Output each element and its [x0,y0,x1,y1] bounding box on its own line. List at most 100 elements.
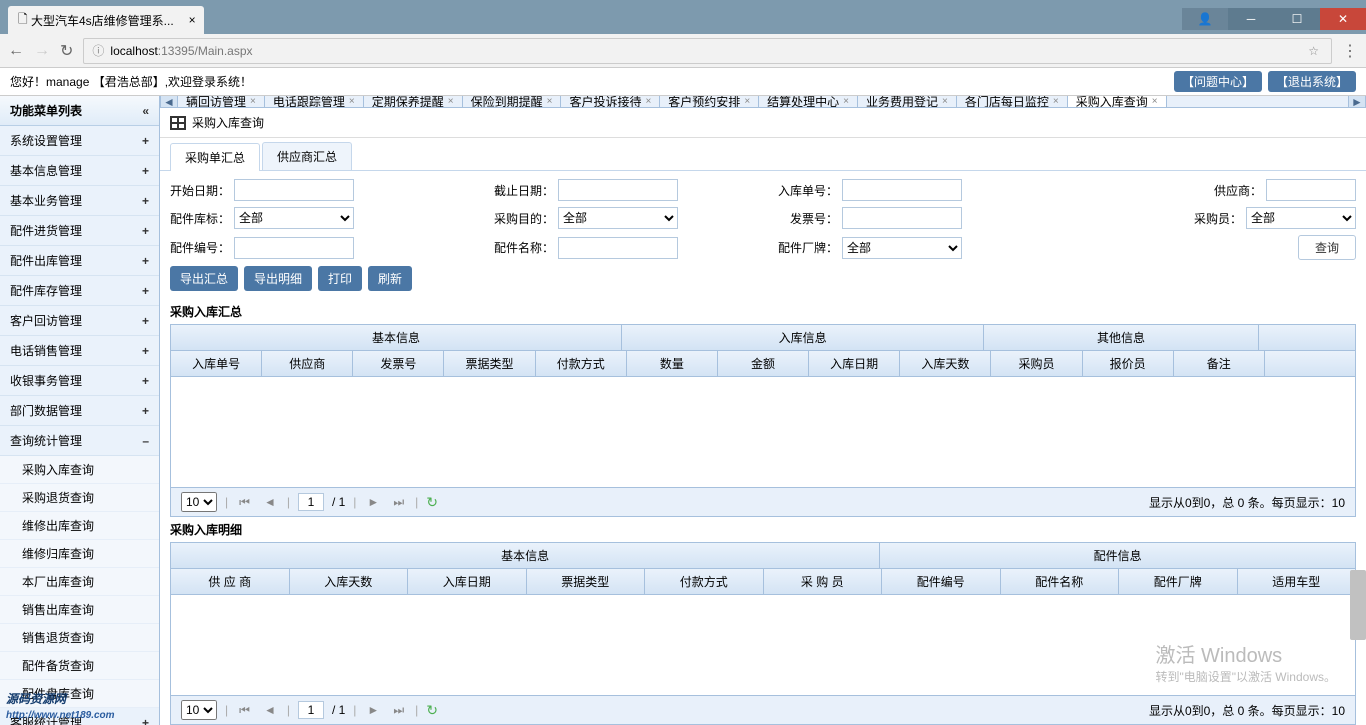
question-center-button[interactable]: 【问题中心】 [1174,71,1262,92]
column-header[interactable]: 发票号 [353,351,444,377]
part-name-input[interactable] [558,237,678,259]
sidebar-item[interactable]: 部门数据管理+ [0,396,159,426]
close-icon[interactable]: × [1053,96,1059,107]
info-icon[interactable]: ⓘ [92,42,104,59]
refresh-button[interactable]: 刷新 [368,266,412,291]
page-input-2[interactable] [298,701,324,719]
sidebar-item[interactable]: 基本业务管理+ [0,186,159,216]
start-date-input[interactable] [234,179,354,201]
sidebar-subitem[interactable]: 本厂出库查询 [0,568,159,596]
refresh-icon[interactable]: ↻ [426,494,438,511]
back-icon[interactable]: ← [8,42,24,60]
reload-icon[interactable]: ↻ [60,41,73,61]
collapse-icon[interactable]: « [142,104,149,118]
close-icon[interactable]: × [942,96,948,107]
column-header[interactable]: 付款方式 [536,351,627,377]
minimize-icon[interactable]: ─ [1228,8,1274,30]
content-tab[interactable]: 业务费用登记× [858,96,957,108]
last-page-icon[interactable]: ⏭ [390,495,407,510]
invoice-input[interactable] [842,207,962,229]
inner-tab-supplier[interactable]: 供应商汇总 [262,142,352,170]
sidebar-subitem[interactable]: 采购入库查询 [0,456,159,484]
column-header[interactable]: 报价员 [1083,351,1174,377]
tab-scroll-left[interactable]: ◄ [160,96,178,107]
column-header[interactable]: 金额 [718,351,809,377]
part-no-input[interactable] [234,237,354,259]
page-size-select[interactable]: 10 [181,492,217,512]
column-header[interactable]: 入库日期 [809,351,900,377]
prev-page-icon[interactable]: ◄ [261,495,279,509]
content-tab[interactable]: 电话跟踪管理× [265,96,364,108]
column-header[interactable]: 适用车型 [1238,569,1356,595]
column-header[interactable]: 票据类型 [444,351,535,377]
content-tab[interactable]: 客户投诉接待× [561,96,660,108]
close-icon[interactable]: × [1152,96,1158,107]
content-tab[interactable]: 保险到期提醒× [463,96,562,108]
menu-icon[interactable]: ⋮ [1342,41,1358,61]
close-icon[interactable]: × [645,96,651,107]
column-header[interactable]: 采 购 员 [764,569,883,595]
column-header[interactable]: 供 应 商 [171,569,290,595]
column-header[interactable]: 配件厂牌 [1119,569,1238,595]
next-page-icon[interactable]: ► [364,703,382,717]
prev-page-icon[interactable]: ◄ [261,703,279,717]
column-header[interactable]: 备注 [1174,351,1265,377]
column-header[interactable]: 入库单号 [171,351,262,377]
forward-icon[interactable]: → [34,42,50,60]
sidebar-item[interactable]: 电话销售管理+ [0,336,159,366]
supplier-input[interactable] [1266,179,1356,201]
content-tab[interactable]: 结算处理中心× [759,96,858,108]
column-header[interactable]: 配件编号 [882,569,1001,595]
close-icon[interactable]: × [250,96,256,107]
brand-select[interactable]: 全部 [842,237,962,259]
column-header[interactable]: 供应商 [262,351,353,377]
export-summary-button[interactable]: 导出汇总 [170,266,238,291]
sidebar-item[interactable]: 基本信息管理+ [0,156,159,186]
content-tab[interactable]: 辆回访管理× [178,96,265,108]
sidebar-item[interactable]: 配件库存管理+ [0,276,159,306]
sidebar-item[interactable]: 配件出库管理+ [0,246,159,276]
next-page-icon[interactable]: ► [364,495,382,509]
refresh-icon[interactable]: ↻ [426,702,438,719]
content-tab[interactable]: 各门店每日监控× [957,96,1068,108]
close-icon[interactable]: × [744,96,750,107]
close-icon[interactable]: × [349,96,355,107]
sidebar-subitem[interactable]: 采购退货查询 [0,484,159,512]
content-tab[interactable]: 定期保养提醒× [364,96,463,108]
page-input[interactable] [298,493,324,511]
inner-tab-summary[interactable]: 采购单汇总 [170,143,260,171]
column-header[interactable]: 入库天数 [290,569,409,595]
column-header[interactable]: 入库天数 [900,351,991,377]
sidebar-item[interactable]: 客户回访管理+ [0,306,159,336]
export-detail-button[interactable]: 导出明细 [244,266,312,291]
column-header[interactable]: 票据类型 [527,569,646,595]
first-page-icon[interactable]: ⏮ [236,703,253,718]
page-size-select-2[interactable]: 10 [181,700,217,720]
part-lib-select[interactable]: 全部 [234,207,354,229]
column-header[interactable]: 付款方式 [645,569,764,595]
sidebar-item[interactable]: 客服统计管理+ [0,708,159,725]
close-icon[interactable]: × [547,96,553,107]
column-header[interactable]: 采购员 [991,351,1082,377]
column-header[interactable]: 入库日期 [408,569,527,595]
scrollbar[interactable] [1350,570,1366,640]
sidebar-subitem[interactable]: 配件盘库查询 [0,680,159,708]
query-button[interactable]: 查询 [1298,235,1356,260]
maximize-icon[interactable]: ☐ [1274,8,1320,30]
bookmark-icon[interactable]: ☆ [1308,44,1319,58]
sidebar-item[interactable]: 配件进货管理+ [0,216,159,246]
logout-button[interactable]: 【退出系统】 [1268,71,1356,92]
sidebar-subitem[interactable]: 维修出库查询 [0,512,159,540]
sidebar-item[interactable]: 查询统计管理– [0,426,159,456]
browser-tab[interactable]: 🗋 大型汽车4s店维修管理系... × [8,6,204,34]
user-icon[interactable]: 👤 [1182,8,1228,30]
column-header[interactable]: 配件名称 [1001,569,1120,595]
buyer-select[interactable]: 全部 [1246,207,1356,229]
column-header[interactable]: 数量 [627,351,718,377]
purpose-select[interactable]: 全部 [558,207,678,229]
sidebar-subitem[interactable]: 配件备货查询 [0,652,159,680]
sidebar-subitem[interactable]: 销售退货查询 [0,624,159,652]
content-tab[interactable]: 采购入库查询× [1068,96,1167,108]
window-close-icon[interactable]: ✕ [1320,8,1366,30]
sidebar-item[interactable]: 收银事务管理+ [0,366,159,396]
